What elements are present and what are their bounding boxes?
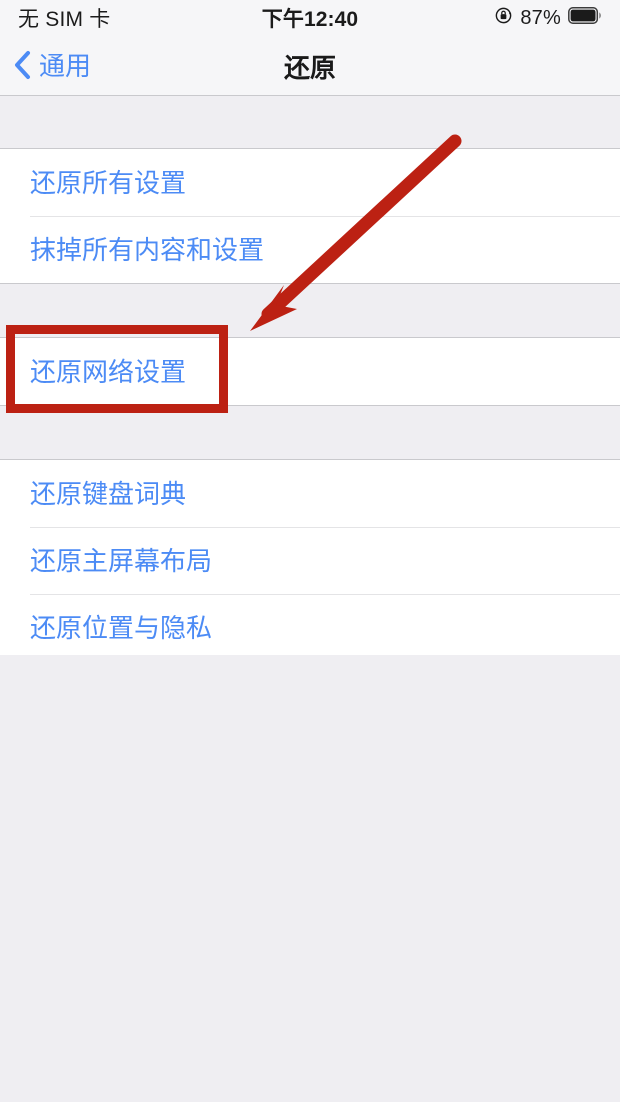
row-label: 还原所有设置 bbox=[30, 167, 187, 198]
iphone-settings-reset-screen: 无 SIM 卡 下午12:40 87% 通用 还原 还原所有设置 抹掉所有内容和… bbox=[0, 0, 620, 1102]
row-reset-all-settings[interactable]: 还原所有设置 bbox=[0, 149, 620, 216]
row-reset-home-screen-layout[interactable]: 还原主屏幕布局 bbox=[0, 527, 620, 594]
clock-label: 下午12:40 bbox=[261, 8, 359, 31]
row-label: 抹掉所有内容和设置 bbox=[30, 234, 265, 265]
back-button-label: 通用 bbox=[39, 51, 92, 81]
row-label: 还原键盘词典 bbox=[30, 478, 187, 509]
row-reset-location-and-privacy[interactable]: 还原位置与隐私 bbox=[0, 594, 620, 661]
battery-percent-label: 87% bbox=[520, 6, 561, 29]
status-bar-left: 无 SIM 卡 bbox=[18, 3, 110, 33]
navigation-bar: 通用 还原 bbox=[0, 36, 620, 96]
status-bar-right: 87% bbox=[494, 6, 602, 30]
status-bar: 无 SIM 卡 下午12:40 87% bbox=[0, 0, 620, 36]
row-reset-keyboard-dictionary[interactable]: 还原键盘词典 bbox=[0, 460, 620, 527]
carrier-label: 无 SIM 卡 bbox=[18, 8, 111, 31]
battery-icon bbox=[568, 7, 602, 29]
back-button[interactable]: 通用 bbox=[14, 36, 91, 96]
section-gap-top bbox=[0, 96, 620, 148]
section-gap-2 bbox=[0, 406, 620, 459]
chevron-left-icon bbox=[14, 50, 32, 83]
row-label: 还原位置与隐私 bbox=[30, 612, 213, 643]
row-label: 还原主屏幕布局 bbox=[30, 545, 213, 576]
rotation-lock-icon bbox=[494, 6, 513, 30]
highlight-box-reset-network-settings bbox=[6, 325, 228, 413]
settings-group-1: 还原所有设置 抹掉所有内容和设置 bbox=[0, 148, 620, 284]
page-title: 还原 bbox=[283, 52, 336, 83]
settings-group-3: 还原键盘词典 还原主屏幕布局 还原位置与隐私 bbox=[0, 459, 620, 662]
empty-area-below-list bbox=[0, 655, 620, 1102]
row-erase-all-content-and-settings[interactable]: 抹掉所有内容和设置 bbox=[0, 216, 620, 283]
